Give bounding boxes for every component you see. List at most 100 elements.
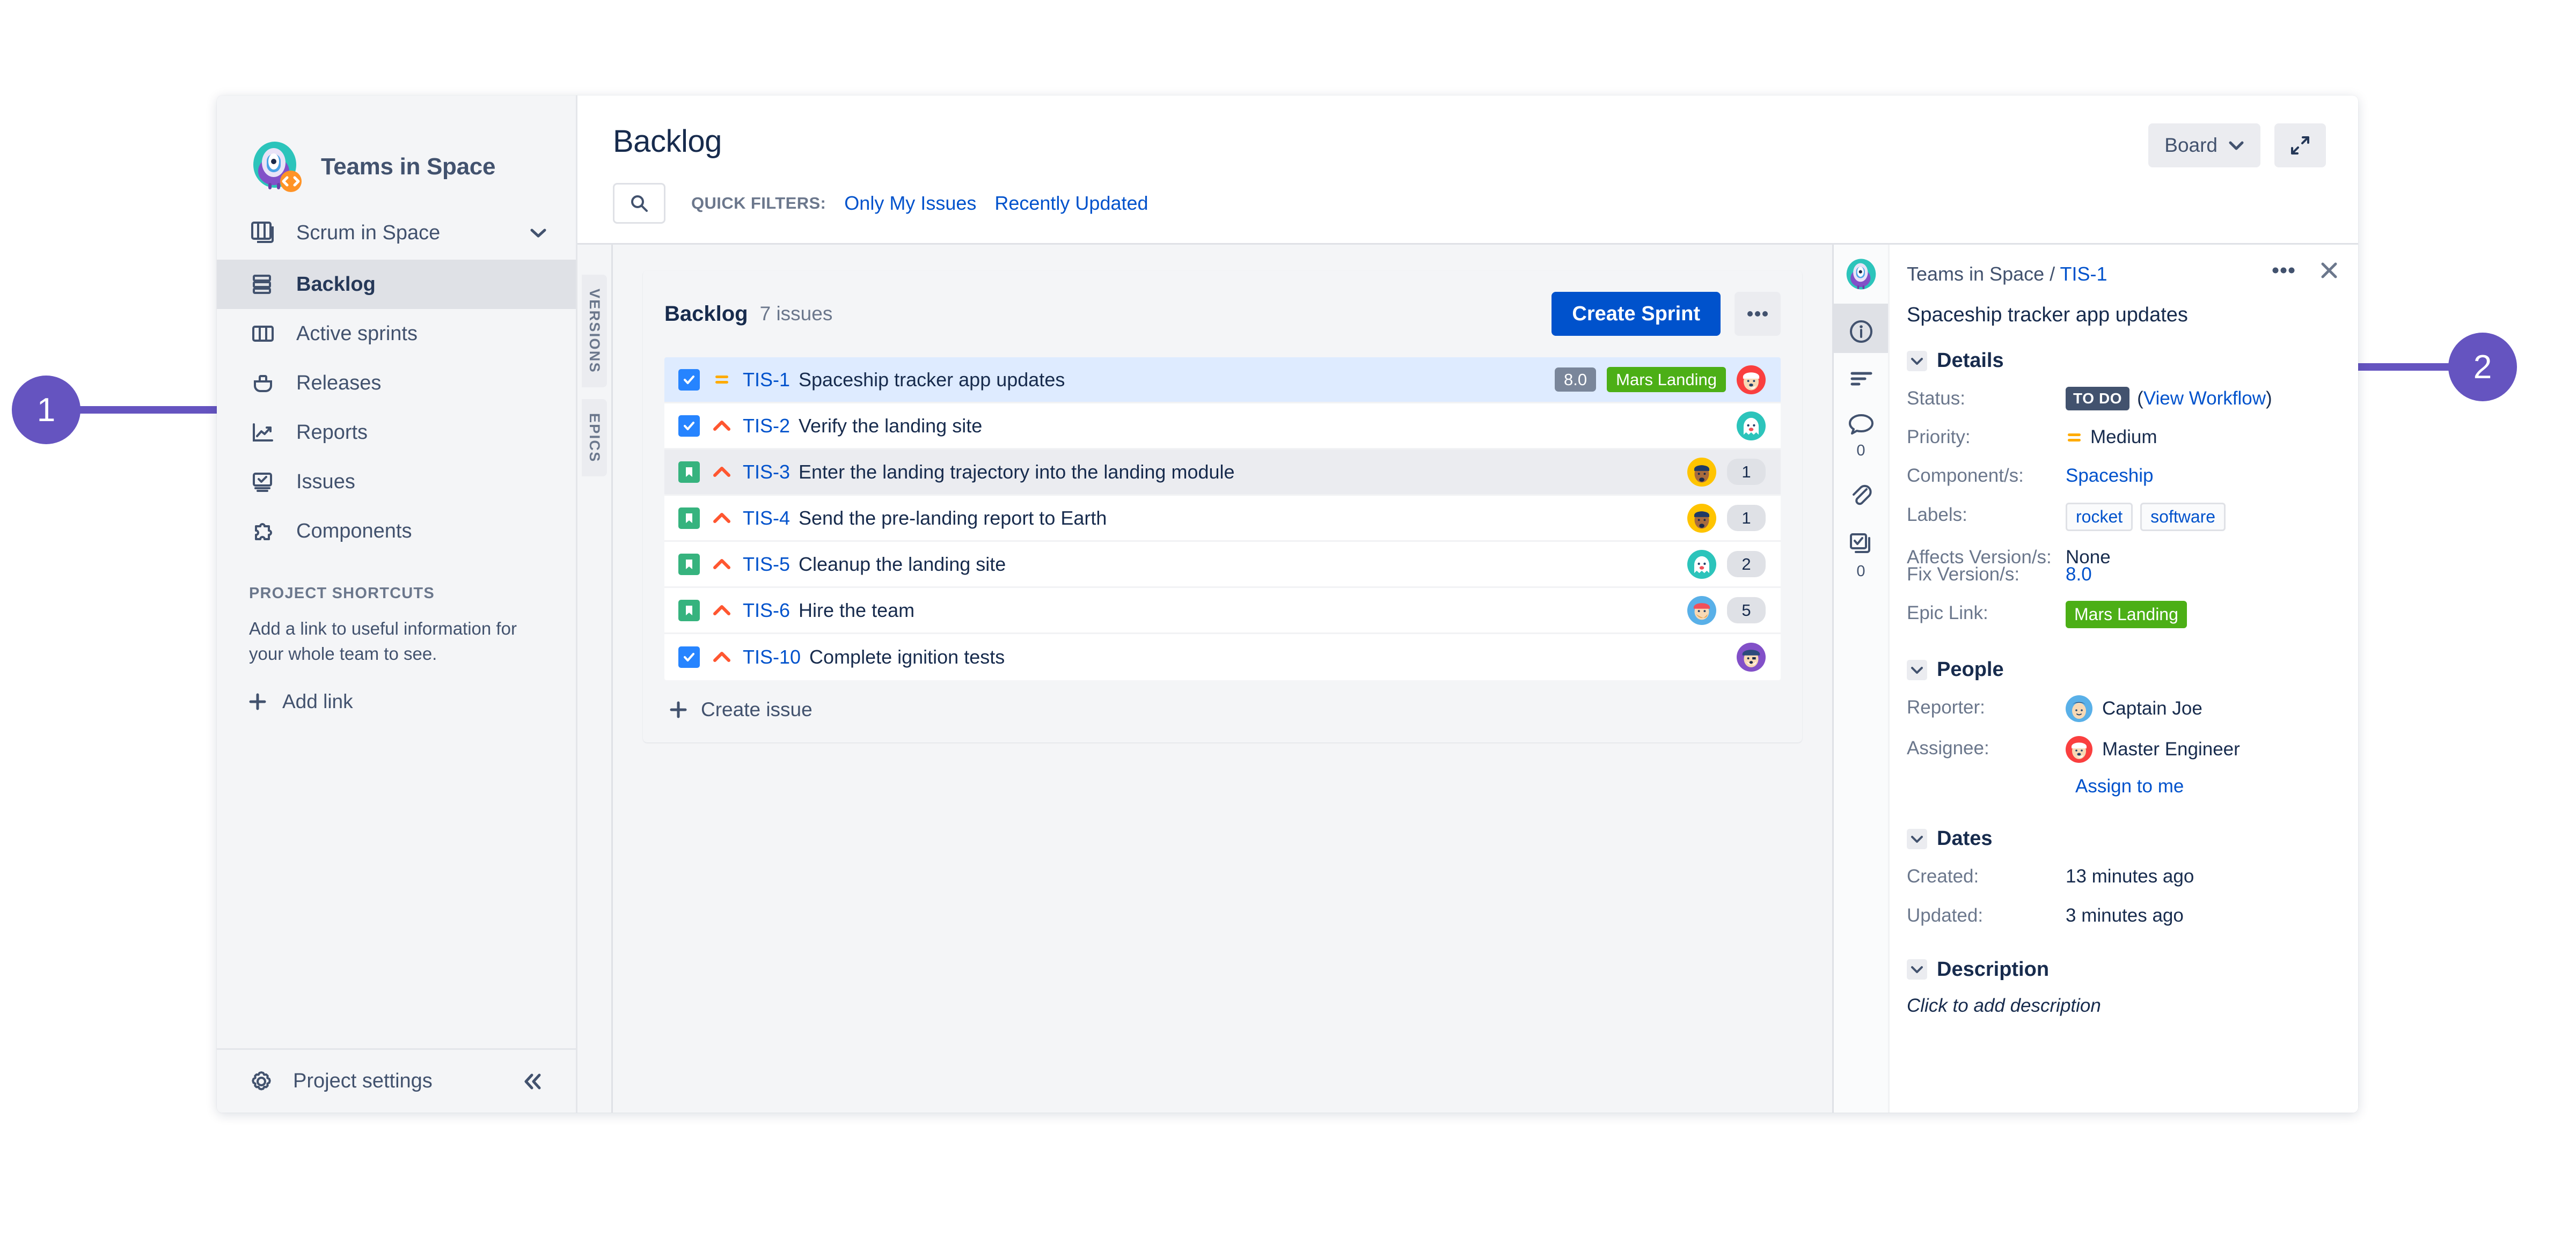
- backlog-more-button[interactable]: [1735, 292, 1781, 336]
- section-header-description: Description: [1907, 958, 2334, 981]
- close-icon[interactable]: [2318, 260, 2340, 281]
- table-row[interactable]: TIS-4 Send the pre-landing report to Eart…: [664, 496, 1781, 542]
- issue-key-link[interactable]: TIS-3: [743, 461, 790, 483]
- avatar[interactable]: [1737, 643, 1766, 672]
- chevron-down-icon: [2228, 140, 2244, 151]
- field-priority: Priority: Medium: [1907, 425, 2334, 450]
- breadcrumb-project[interactable]: Teams in Space: [1907, 263, 2044, 285]
- backlog-icon: [249, 270, 277, 298]
- detail-tab-comments[interactable]: 0: [1834, 398, 1888, 467]
- avatar[interactable]: [1737, 365, 1766, 394]
- field-components-value[interactable]: Spaceship: [2066, 464, 2153, 488]
- chevron-down-icon[interactable]: [1907, 828, 1927, 849]
- subtasks-count: 0: [1856, 563, 1865, 580]
- issue-summary: Spaceship tracker app updates: [799, 368, 1065, 391]
- detail-tab-attachments[interactable]: [1834, 467, 1888, 517]
- sidebar-item-reports[interactable]: Reports: [217, 408, 576, 457]
- section-title-dates: Dates: [1937, 827, 1993, 850]
- ellipsis-icon[interactable]: [2271, 267, 2296, 274]
- quick-filter-only-my-issues[interactable]: Only My Issues: [844, 192, 976, 215]
- plus-icon: [669, 700, 688, 719]
- chevron-down-icon[interactable]: [1907, 959, 1927, 980]
- releases-ship-icon: [249, 369, 277, 397]
- avatar[interactable]: [1687, 503, 1716, 533]
- issue-key-link[interactable]: TIS-4: [743, 507, 790, 529]
- detail-tab-details[interactable]: [1834, 304, 1888, 353]
- project-settings-button[interactable]: Project settings: [217, 1048, 576, 1113]
- issue-key-link[interactable]: TIS-2: [743, 415, 790, 437]
- priority-high-icon: [711, 556, 733, 572]
- detail-icon-rail: 0 0: [1834, 245, 1890, 1113]
- add-link-label: Add link: [282, 690, 353, 712]
- quick-filters-bar: QUICK FILTERS: Only My Issues Recently U…: [613, 183, 2358, 224]
- label-chip-software[interactable]: software: [2140, 502, 2226, 531]
- issue-summary: Send the pre-landing report to Earth: [799, 506, 1107, 529]
- sidebar-item-active-sprints[interactable]: Active sprints: [217, 309, 576, 358]
- field-priority-value: Medium: [2066, 425, 2157, 450]
- tab-versions[interactable]: VERSIONS: [582, 275, 607, 387]
- issue-key-link[interactable]: TIS-6: [743, 599, 790, 622]
- info-circle-icon: [1847, 318, 1875, 345]
- detail-tab-subtasks[interactable]: 0: [1834, 517, 1888, 588]
- field-fix-versions-value[interactable]: 8.0: [2066, 562, 2092, 587]
- sidebar-item-components[interactable]: Components: [217, 506, 576, 556]
- issue-key-link[interactable]: TIS-1: [743, 369, 790, 391]
- space-monkey-avatar-icon: [249, 140, 303, 194]
- tab-epics[interactable]: EPICS: [582, 399, 607, 477]
- chevron-down-icon[interactable]: [1907, 659, 1927, 680]
- subtask-count-badge: 1: [1727, 505, 1766, 531]
- board-selector[interactable]: Scrum in Space: [217, 208, 576, 258]
- table-row[interactable]: TIS-1 Spaceship tracker app updates 8.0 Mar…: [664, 357, 1781, 403]
- view-workflow-link[interactable]: View Workflow: [2143, 388, 2266, 409]
- avatar[interactable]: [1687, 549, 1716, 579]
- field-components-label: Component/s:: [1907, 465, 2024, 487]
- double-chevron-left-icon[interactable]: [521, 1072, 545, 1091]
- avatar[interactable]: [1687, 457, 1716, 487]
- subtasks-checkbox-icon: [1847, 531, 1875, 557]
- quick-filter-recently-updated[interactable]: Recently Updated: [994, 192, 1148, 215]
- section-title-people: People: [1937, 658, 2004, 681]
- field-epic-link-label: Epic Link:: [1907, 602, 1988, 624]
- field-updated-label: Updated:: [1907, 904, 1984, 926]
- issue-row-meta: 2: [1687, 549, 1768, 579]
- issues-screen-icon: [249, 468, 277, 496]
- field-updated-value: 3 minutes ago: [2066, 904, 2184, 926]
- section-header-dates: Dates: [1907, 827, 2334, 850]
- priority-high-icon: [711, 464, 733, 480]
- board-view-button[interactable]: Board: [2148, 123, 2260, 167]
- vertical-tabs: VERSIONS EPICS: [577, 245, 613, 1113]
- sidebar-item-issues[interactable]: Issues: [217, 457, 576, 506]
- epic-badge[interactable]: Mars Landing: [2066, 601, 2187, 629]
- table-row[interactable]: TIS-5 Cleanup the landing site 2: [664, 542, 1781, 588]
- breadcrumb-issue-key[interactable]: TIS-1: [2060, 263, 2107, 285]
- activity-lines-icon: [1847, 367, 1875, 391]
- avatar[interactable]: [1737, 411, 1766, 440]
- search-input[interactable]: [613, 183, 665, 224]
- issue-detail-panel: 0 0 Teams in Space / TIS-1 Spaceship tra…: [1832, 245, 2358, 1113]
- issue-key-link[interactable]: TIS-10: [743, 646, 801, 668]
- estimate-badge[interactable]: 8.0: [1555, 367, 1597, 392]
- field-status: Status: TO DO (View Workflow): [1907, 386, 2334, 411]
- issue-key-link[interactable]: TIS-5: [743, 553, 790, 576]
- chevron-down-icon[interactable]: [1907, 350, 1927, 371]
- table-row[interactable]: TIS-2 Verify the landing site: [664, 403, 1781, 450]
- reports-chart-icon: [249, 418, 277, 446]
- epic-badge[interactable]: Mars Landing: [1607, 367, 1726, 392]
- avatar[interactable]: [1687, 595, 1716, 625]
- label-chip-rocket[interactable]: rocket: [2066, 502, 2133, 531]
- table-row[interactable]: TIS-6 Hire the team 5: [664, 588, 1781, 634]
- issue-row-meta: 1: [1687, 457, 1768, 487]
- table-row[interactable]: TIS-3 Enter the landing trajectory into t…: [664, 450, 1781, 496]
- detail-tab-activity[interactable]: [1834, 353, 1888, 398]
- description-placeholder[interactable]: Click to add description: [1907, 995, 2334, 1017]
- create-sprint-button[interactable]: Create Sprint: [1552, 292, 1721, 336]
- table-row[interactable]: TIS-10 Complete ignition tests: [664, 634, 1781, 680]
- expand-button[interactable]: [2274, 123, 2326, 167]
- issue-list: TIS-1 Spaceship tracker app updates 8.0 Mar…: [664, 357, 1781, 680]
- assign-to-me-link[interactable]: Assign to me: [2075, 776, 2184, 797]
- create-issue-button[interactable]: Create issue: [664, 698, 1781, 721]
- create-issue-label: Create issue: [701, 698, 813, 720]
- add-link-button[interactable]: Add link: [247, 690, 576, 713]
- sidebar-item-releases[interactable]: Releases: [217, 358, 576, 408]
- sidebar-item-backlog[interactable]: Backlog: [217, 260, 576, 309]
